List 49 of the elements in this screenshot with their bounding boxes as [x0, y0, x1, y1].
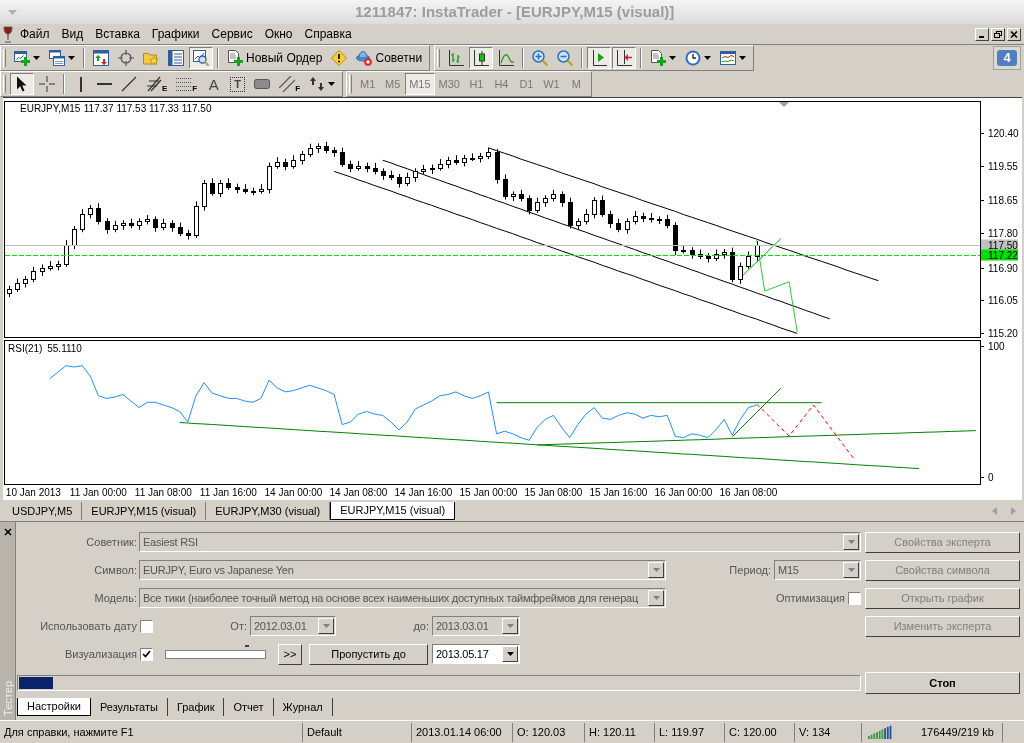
chart-values: 117.37 117.53 117.33 117.50: [83, 103, 212, 114]
field-label: Модель:: [94, 590, 137, 606]
status-text: O: 120.03: [517, 724, 566, 740]
field-label: Визуализация: [64, 646, 137, 662]
status-text: L: 119.97: [659, 724, 705, 740]
axis-label: 116.90: [988, 263, 1018, 274]
window-title: 1211847: InstaTrader - [EURJPY,M15 (visual)]: [355, 1, 675, 22]
axis-label: 117.80: [988, 228, 1018, 239]
axis-label: 16 Jan 00:00: [654, 487, 713, 498]
status-text: H: 120.11: [589, 724, 636, 740]
axis-label: 119.55: [988, 161, 1018, 172]
ref-line-label: 117.22: [988, 250, 1019, 261]
axis-label: 14 Jan 16:00: [394, 487, 453, 498]
axis-label: 100: [988, 341, 1005, 352]
status-text: Default: [307, 724, 342, 740]
chart-title: RSI(21): [8, 343, 43, 354]
field-label: Советник:: [86, 534, 137, 550]
panel-title: Тестер: [0, 681, 15, 716]
status-text: Для справки, нажмите F1: [4, 724, 134, 740]
axis-label: 15 Jan 16:00: [589, 487, 648, 498]
axis-label: 116.05: [988, 295, 1018, 306]
axis-label: 10 Jan 2013: [5, 487, 61, 498]
axis-label: 118.65: [988, 195, 1018, 206]
axis-label: 11 Jan 08:00: [134, 487, 192, 498]
field-label: Оптимизация: [776, 590, 845, 606]
status-text: 176449/219 kb: [921, 724, 994, 740]
field-label: От:: [230, 618, 247, 634]
ref-line-label: 117.50: [988, 240, 1019, 251]
axis-label: 16 Jan 08:00: [719, 487, 778, 498]
price-tag: 117.50: [981, 239, 1018, 251]
axis-label: 11 Jan 00:00: [69, 487, 127, 498]
axis-label: 120.40: [988, 128, 1019, 139]
chart-title: EURJPY,M15: [20, 103, 81, 114]
field-label: до:: [413, 618, 429, 634]
field-label: Использовать дату: [40, 618, 137, 634]
axis-label: 15 Jan 08:00: [524, 487, 583, 498]
field-label: Символ:: [94, 562, 137, 578]
status-text: V: 134: [799, 724, 831, 740]
axis-label: 14 Jan 08:00: [329, 487, 388, 498]
axis-label: 0: [988, 472, 994, 483]
chart-values: 55.1110: [47, 343, 82, 354]
price-tag: 117.22: [981, 249, 1018, 261]
axis-label: 14 Jan 00:00: [264, 487, 323, 498]
axis-label: 15 Jan 00:00: [459, 487, 518, 498]
status-text: C: 120.00: [729, 724, 777, 740]
field-label: Период:: [729, 562, 771, 578]
axis-label: 115.20: [988, 328, 1018, 339]
axis-label: 11 Jan 16:00: [199, 487, 257, 498]
status-text: 2013.01.14 06:00: [416, 724, 502, 740]
